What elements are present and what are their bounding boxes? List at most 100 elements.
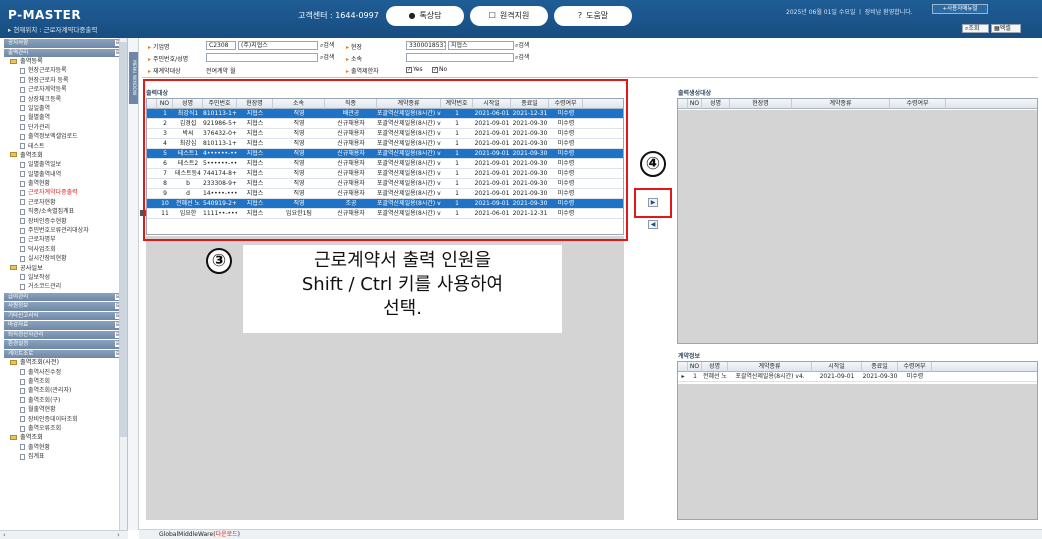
column-header[interactable]: 계약종류 — [728, 362, 812, 372]
nav-section[interactable]: 공지사항 ⊞ — [4, 39, 123, 48]
nav-item[interactable]: 장비인증수현황 — [0, 217, 127, 226]
check-icon: ✓ — [406, 66, 412, 73]
excel-button[interactable]: ▦엑셀 — [991, 24, 1021, 33]
nav-section[interactable]: 기타신고서식 ⊞ — [4, 311, 123, 321]
header-bar: P-MASTER ▸ 현재위치 : 근로자계약다중출력 고객센터 : 1644-… — [0, 0, 1042, 38]
yes-checkbox[interactable]: ✓ Yes — [406, 66, 423, 73]
nav-item[interactable]: 단가관리 — [0, 123, 127, 132]
nav-item-label: 출역조회(구) — [28, 396, 61, 404]
nav-section[interactable]: 출역관리 ⊞ — [4, 48, 123, 57]
print-create-grid[interactable]: NO 성명 현장명 계약종류 수령여부 — [677, 98, 1038, 344]
column-header[interactable]: NO — [688, 362, 702, 372]
nav-item-label: 일보작성 — [28, 273, 51, 281]
dept-field[interactable] — [406, 53, 514, 62]
nav-item[interactable]: 월출역현황 — [0, 405, 127, 414]
nav-item[interactable]: 근로자현황 — [0, 198, 127, 207]
column-header[interactable]: 시작일 — [812, 362, 862, 372]
company-name-field[interactable]: (주)지협스 — [238, 41, 318, 50]
nav-section[interactable]: 사원정보 ⊞ — [4, 302, 123, 311]
column-header[interactable]: 성명 — [702, 362, 728, 372]
company-code-field[interactable]: C2308 — [206, 41, 236, 50]
nav-item[interactable]: 일별출역내역 — [0, 170, 127, 179]
column-header[interactable]: 계약종류 — [792, 99, 890, 109]
column-header[interactable]: 성명 — [702, 99, 730, 109]
sidebar-scrollbar[interactable] — [119, 38, 127, 530]
sidebar-horizontal-scrollbar[interactable]: ‹ › — [0, 530, 128, 539]
nav-item[interactable]: 출역현황 — [0, 443, 127, 452]
table-cell: 포괄역산제일용(8시간) v4. — [735, 373, 805, 380]
nav-item[interactable]: 현장근로자등록 — [0, 66, 127, 75]
menu-window-tab[interactable]: MENU WINDOW — [128, 38, 139, 530]
site-search-button[interactable]: ⌕검색 — [515, 41, 529, 50]
nav-item[interactable]: 출역조회 — [0, 377, 127, 386]
remote-support-button[interactable]: ☐ 원격지원 — [470, 6, 548, 26]
nav-item[interactable]: 출역사진수정 — [0, 368, 127, 377]
nav-item[interactable]: 집계표 — [0, 452, 127, 461]
nav-folder[interactable]: 출역조회 — [0, 151, 127, 160]
nav-section[interactable]: 환경설정 ⊞ — [4, 340, 123, 349]
nav-section[interactable]: 게이트조로 ⊞ — [4, 349, 123, 359]
nav-item[interactable]: 장비인증데이터조회 — [0, 415, 127, 424]
move-right-button[interactable]: ▶ — [648, 198, 658, 207]
nav-item-label: 출역오류조회 — [28, 425, 62, 432]
nav-item[interactable]: 출역현황 — [0, 179, 127, 188]
move-left-button[interactable]: ◀ — [648, 220, 658, 229]
contract-info-grid[interactable]: NO 성명 계약종류 시작일 종료일 수령여부 ▸ 1 전혜선 노 포괄역산제일용(8시간) v… — [677, 361, 1038, 520]
nav-item[interactable]: 거소코드관리 — [0, 282, 127, 291]
nav-item[interactable]: 현장근로자 등록 — [0, 76, 127, 85]
scroll-left-icon[interactable]: ‹ — [3, 531, 6, 539]
column-header[interactable]: NO — [688, 99, 702, 109]
nav-item[interactable]: 출역조회(관리자) — [0, 386, 127, 395]
nav-folder[interactable]: 출역등록 — [0, 57, 127, 66]
rrn-name-field[interactable] — [206, 53, 318, 62]
nav-item[interactable]: 실시간장비현황 — [0, 254, 127, 263]
nav-item[interactable]: 주민번호오류관리대상자 — [0, 226, 127, 235]
download-link[interactable]: 다운로드 — [216, 531, 238, 538]
nav-section[interactable]: 마감자료 ⊞ — [4, 321, 123, 330]
document-icon — [20, 86, 25, 93]
no-checkbox[interactable]: ✓ No — [432, 66, 447, 73]
nav-section[interactable]: 급여관리 ⊞ — [4, 292, 123, 302]
column-header[interactable]: 수령여부 — [890, 99, 946, 109]
nav-item[interactable]: 출역조회(구) — [0, 396, 127, 405]
document-icon — [20, 114, 25, 121]
scrollbar-thumb[interactable] — [120, 42, 127, 437]
nav-item-active[interactable]: 근로자계약다중출력 — [0, 188, 127, 197]
user-manual-button[interactable]: +사용자매뉴얼 — [932, 4, 988, 14]
brand-logo[interactable]: P-MASTER — [8, 8, 81, 22]
site-code-field[interactable]: 3300018537 — [406, 41, 446, 50]
chat-consult-button[interactable]: ● 톡상담 — [386, 6, 464, 26]
nav-item-label: 현장근로자 등록 — [28, 76, 69, 84]
question-icon: ? — [577, 11, 583, 20]
column-header[interactable]: 수령여부 — [898, 362, 932, 372]
nav-section-label: 사원정보 — [8, 303, 29, 310]
nav-section[interactable]: 퇴직정산자관리 ⊞ — [4, 330, 123, 340]
nav-item-label: 근로자계약등록 — [28, 86, 67, 94]
nav-folder[interactable]: 출역조회 — [0, 433, 127, 442]
nav-item[interactable]: 일별출역일보 — [0, 160, 127, 169]
help-button[interactable]: ? 도움말 — [554, 6, 632, 26]
scroll-right-icon[interactable]: › — [117, 531, 120, 539]
nav-item[interactable]: 근로자명부 — [0, 235, 127, 244]
nav-item[interactable]: 월별출역 — [0, 113, 127, 122]
company-search-button[interactable]: ⌕검색 — [320, 41, 334, 50]
nav-item[interactable]: 상장체크등록 — [0, 95, 127, 104]
nav-folder[interactable]: 출역조회(사전) — [0, 358, 127, 367]
search-button[interactable]: ⌕조회 — [962, 24, 989, 33]
nav-item[interactable]: 출역정보엑셀업로드 — [0, 132, 127, 141]
nav-item[interactable]: 일일출역 — [0, 104, 127, 113]
recontract-value[interactable]: 전여계약 월 — [206, 66, 236, 75]
table-row[interactable]: ▸ 1 전혜선 노 포괄역산제일용(8시간) v4. 2021-09-01 2021-09… — [678, 372, 1037, 382]
nav-item[interactable]: 출역오류조회 — [0, 424, 127, 433]
nav-item[interactable]: 직종/소속별집계표 — [0, 207, 127, 216]
rrn-search-button[interactable]: ⌕검색 — [320, 53, 334, 62]
nav-item[interactable]: 근로자계약등록 — [0, 85, 127, 94]
nav-item[interactable]: 테스트 — [0, 142, 127, 151]
nav-item[interactable]: 일보작성 — [0, 273, 127, 282]
nav-item[interactable]: 덕사업조회 — [0, 245, 127, 254]
column-header[interactable]: 종료일 — [862, 362, 898, 372]
dept-search-button[interactable]: ⌕검색 — [515, 53, 529, 62]
column-header[interactable]: 현장명 — [730, 99, 792, 109]
nav-folder[interactable]: 공사일보 — [0, 264, 127, 273]
site-name-field[interactable]: 지협스 — [448, 41, 514, 50]
